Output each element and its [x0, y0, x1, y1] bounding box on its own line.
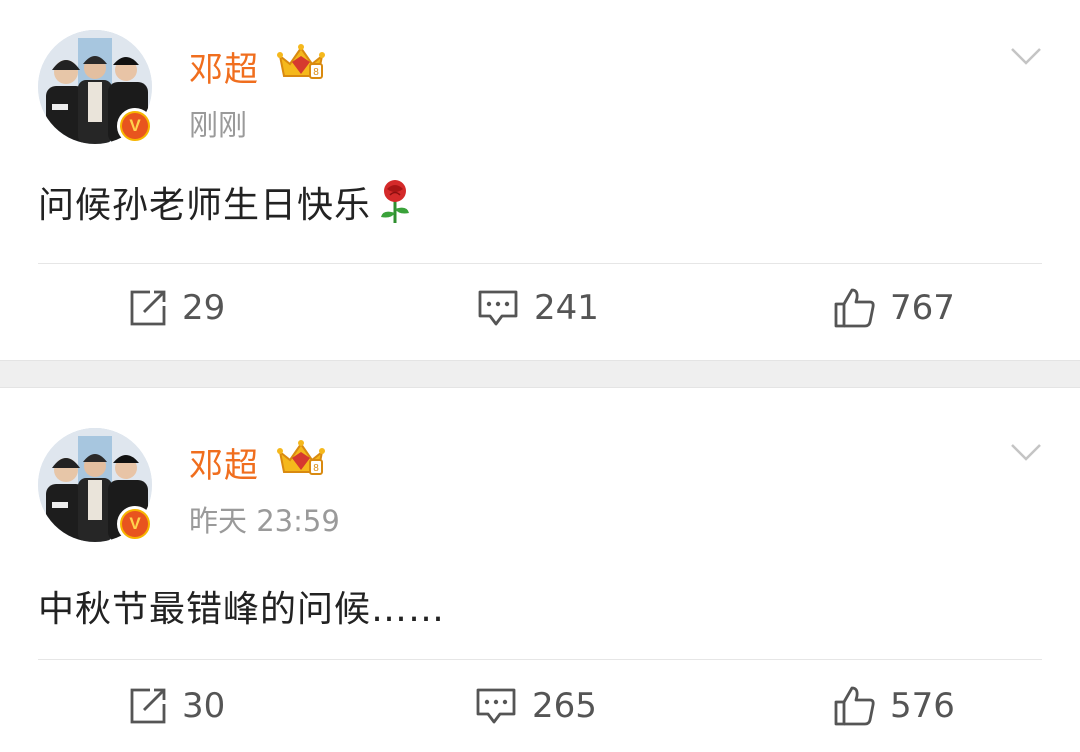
post-divider	[38, 263, 1042, 264]
comment-button[interactable]: 265	[474, 686, 597, 726]
svg-text:8: 8	[313, 463, 319, 474]
vip-crown-icon: 8	[277, 44, 325, 79]
chevron-down-icon[interactable]	[1010, 442, 1042, 462]
post-content[interactable]: 问候孙老师生日快乐	[38, 176, 413, 228]
post-time: 刚刚	[189, 108, 248, 142]
verified-badge-icon: V	[117, 108, 153, 144]
repost-button[interactable]: 30	[128, 686, 225, 726]
repost-icon	[130, 290, 166, 326]
like-count: 576	[890, 686, 955, 726]
comment-icon	[478, 290, 518, 326]
like-count: 767	[890, 288, 955, 328]
thumbs-up-icon	[834, 288, 875, 328]
comment-button[interactable]: 241	[476, 288, 599, 328]
verified-badge-icon: V	[117, 506, 153, 542]
post-separator	[0, 360, 1080, 388]
weibo-post-2[interactable]: V 邓超 8 昨天 23:59 中秋节最错峰的问候…… 30 265 576	[0, 388, 1080, 752]
author-name[interactable]: 邓超	[189, 438, 259, 487]
like-button[interactable]: 576	[832, 684, 955, 728]
repost-icon	[130, 688, 166, 724]
svg-text:8: 8	[313, 67, 319, 78]
repost-count: 29	[182, 288, 226, 328]
repost-button[interactable]: 29	[128, 288, 225, 328]
comment-count: 265	[532, 686, 597, 726]
comment-icon	[476, 688, 516, 724]
repost-count: 30	[182, 686, 226, 726]
post-text: 中秋节最错峰的问候……	[38, 589, 446, 630]
vip-crown-icon: 8	[277, 440, 325, 475]
post-time: 昨天 23:59	[189, 504, 340, 538]
post-text: 问候孙老师生日快乐	[38, 185, 372, 226]
like-button[interactable]: 767	[832, 286, 955, 330]
weibo-post-1[interactable]: V 邓超 8 刚刚 问候孙老师生日快乐 29 241 767	[0, 0, 1080, 360]
author-name[interactable]: 邓超	[189, 42, 259, 91]
thumbs-up-icon	[834, 686, 875, 726]
rose-emoji-icon	[381, 180, 410, 223]
post-divider	[38, 659, 1042, 660]
post-content[interactable]: 中秋节最错峰的问候……	[38, 580, 445, 632]
comment-count: 241	[534, 288, 599, 328]
chevron-down-icon[interactable]	[1010, 46, 1042, 66]
